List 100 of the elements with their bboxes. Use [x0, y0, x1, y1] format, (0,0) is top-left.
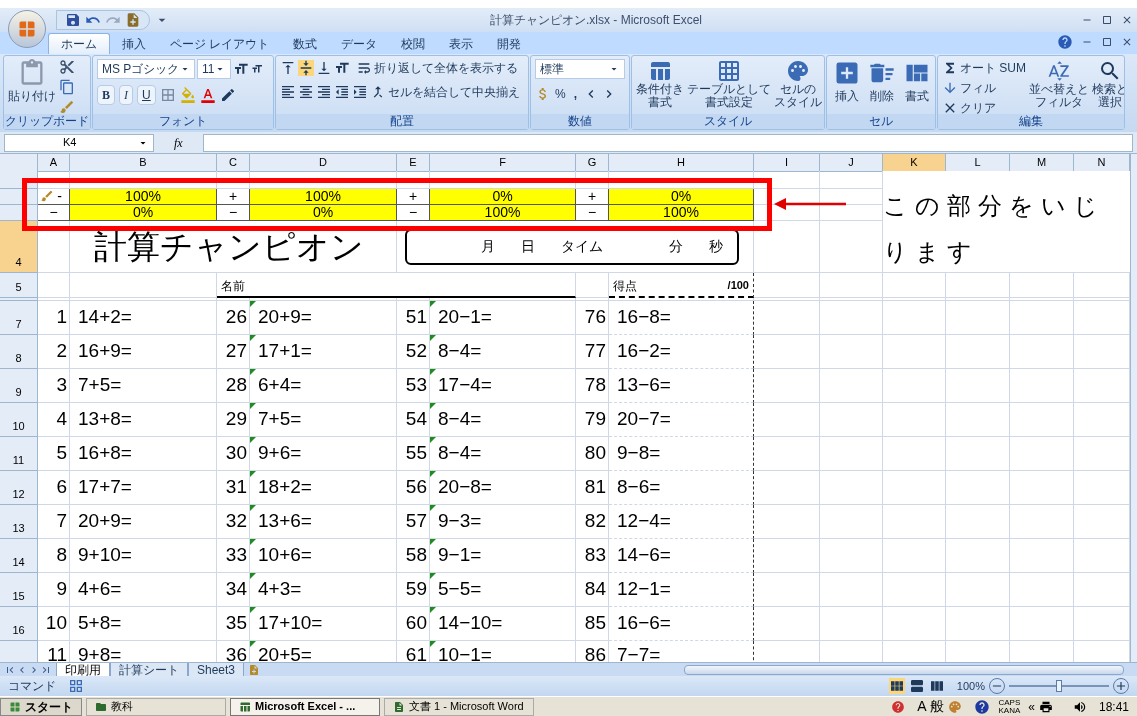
column-header[interactable]: N [1074, 154, 1130, 172]
ribbon-tab[interactable]: 挿入 [110, 33, 158, 54]
paste-button[interactable]: 貼り付け [8, 59, 56, 105]
row-header[interactable]: 14 [0, 539, 38, 573]
font-name-field[interactable]: MS Pゴシック [97, 59, 195, 79]
align-bottom-icon[interactable] [316, 60, 332, 76]
column-header[interactable]: H [609, 154, 754, 172]
comma-button[interactable]: , [569, 85, 581, 103]
column-header[interactable]: E [397, 154, 430, 172]
decrease-indent-icon[interactable] [334, 84, 350, 100]
ribbon-tab[interactable]: ページ レイアウト [158, 33, 282, 54]
font-size-field[interactable]: 11 [197, 59, 231, 79]
row-header[interactable]: 16 [0, 607, 38, 641]
autosum-button[interactable]: オート SUM [942, 59, 1026, 77]
taskbar-button[interactable]: 文書 1 - Microsoft Word [384, 697, 534, 716]
shrink-font-icon[interactable] [251, 63, 263, 75]
column-header[interactable]: D [250, 154, 397, 172]
taskbar-button[interactable]: 教科 [86, 697, 226, 716]
column-header[interactable]: B [70, 154, 217, 172]
font-color-icon[interactable] [199, 87, 216, 103]
column-header[interactable]: C [217, 154, 250, 172]
row-header[interactable]: 10 [0, 403, 38, 437]
printer-icon[interactable] [1038, 699, 1053, 714]
ribbon-tab[interactable]: 開発 [485, 33, 534, 54]
percent-button[interactable]: % [553, 85, 568, 103]
taskbar-button[interactable]: Microsoft Excel - ... [230, 697, 380, 716]
zoom-thumb[interactable] [1056, 680, 1062, 692]
close-icon[interactable] [1121, 14, 1133, 26]
ribbon-tab[interactable]: 表示 [437, 33, 486, 54]
row-header[interactable]: 9 [0, 369, 38, 403]
column-header[interactable]: L [946, 154, 1010, 172]
column-header[interactable]: K [883, 154, 946, 172]
column-header[interactable]: M [1010, 154, 1074, 172]
vertical-scrollbar[interactable] [1130, 154, 1137, 662]
row-header[interactable]: 12 [0, 471, 38, 505]
question-icon[interactable] [891, 699, 906, 714]
column-header[interactable]: J [820, 154, 883, 172]
column-header[interactable]: I [754, 154, 820, 172]
align-right-icon[interactable] [316, 84, 332, 100]
close-icon[interactable] [1121, 36, 1133, 48]
volume-icon[interactable] [1072, 699, 1087, 714]
name-box[interactable]: K4 [4, 133, 154, 152]
column-header[interactable]: G [576, 154, 609, 172]
help-icon[interactable] [1057, 34, 1073, 50]
column-header[interactable]: F [430, 154, 576, 172]
align-left-icon[interactable] [280, 84, 296, 100]
ribbon-tab[interactable]: データ [329, 33, 390, 54]
cell-button[interactable]: 削除 [866, 59, 898, 105]
ime-mode[interactable]: A [917, 696, 927, 716]
column-header[interactable]: A [38, 154, 70, 172]
normal-view-icon[interactable] [888, 678, 905, 694]
ribbon-tab[interactable]: 校閲 [389, 33, 438, 54]
fill-color-icon[interactable] [179, 87, 196, 103]
help-icon[interactable] [974, 698, 991, 715]
style-button[interactable]: 条件付き 書式 [636, 59, 684, 109]
sheet-tab[interactable]: 計算シート [110, 662, 188, 677]
underline-button[interactable]: U [137, 85, 156, 105]
row-header[interactable]: 11 [0, 437, 38, 471]
cut-icon[interactable] [59, 59, 75, 75]
merge-center-button[interactable]: セルを結合して中央揃え [370, 83, 520, 101]
bold-button[interactable]: B [97, 85, 115, 105]
increase-indent-icon[interactable] [352, 84, 368, 100]
style-button[interactable]: テーブルとして 書式設定 [687, 59, 771, 109]
ime-dictionary[interactable]: 般 [930, 696, 945, 716]
row-header[interactable]: 4 [0, 221, 38, 273]
fill-button[interactable]: フィル [942, 79, 1026, 97]
row-header[interactable]: 8 [0, 335, 38, 369]
restore-icon[interactable] [1101, 14, 1113, 26]
ribbon-tab[interactable]: ホーム [48, 33, 110, 54]
row-header[interactable]: 13 [0, 505, 38, 539]
horizontal-scrollbar[interactable] [684, 664, 1125, 675]
row-header[interactable]: 7 [0, 301, 38, 335]
grow-font-icon[interactable] [233, 61, 249, 77]
row-header[interactable]: 5 [0, 273, 38, 298]
align-top-icon[interactable] [280, 60, 296, 76]
borders-icon[interactable] [159, 87, 176, 103]
wrap-text-button[interactable]: 折り返して全体を表示する [356, 59, 518, 77]
tray-expand[interactable]: « [1028, 697, 1035, 716]
zoom-slider[interactable] [1009, 679, 1109, 693]
page-break-icon[interactable] [928, 678, 945, 694]
copy-icon[interactable] [59, 79, 75, 95]
ribbon-tab[interactable]: 数式 [281, 33, 330, 54]
align-middle-icon[interactable] [298, 60, 314, 76]
macro-record-icon[interactable] [68, 678, 84, 694]
sheet-tab[interactable]: 印刷用 [56, 662, 110, 677]
cell-button[interactable]: 書式 [901, 59, 933, 105]
restore-icon[interactable] [1101, 36, 1113, 48]
paste-options-icon[interactable] [40, 189, 54, 203]
italic-button[interactable]: I [119, 85, 133, 105]
row-header[interactable]: 15 [0, 573, 38, 607]
cell-button[interactable]: 挿入 [831, 59, 863, 105]
sort-filter-button[interactable]: 並べ替えと フィルタ [1029, 59, 1089, 109]
save-icon[interactable] [65, 12, 81, 28]
sheet-tab[interactable]: Sheet3 [188, 662, 245, 677]
function-label[interactable]: fx [158, 133, 199, 152]
number-format-field[interactable]: 標準 [535, 59, 625, 79]
start-button[interactable]: スタート [0, 697, 82, 716]
formula-input-field[interactable] [202, 133, 1133, 152]
style-button[interactable]: セルの スタイル [774, 59, 822, 109]
page-layout-icon[interactable] [908, 678, 925, 694]
